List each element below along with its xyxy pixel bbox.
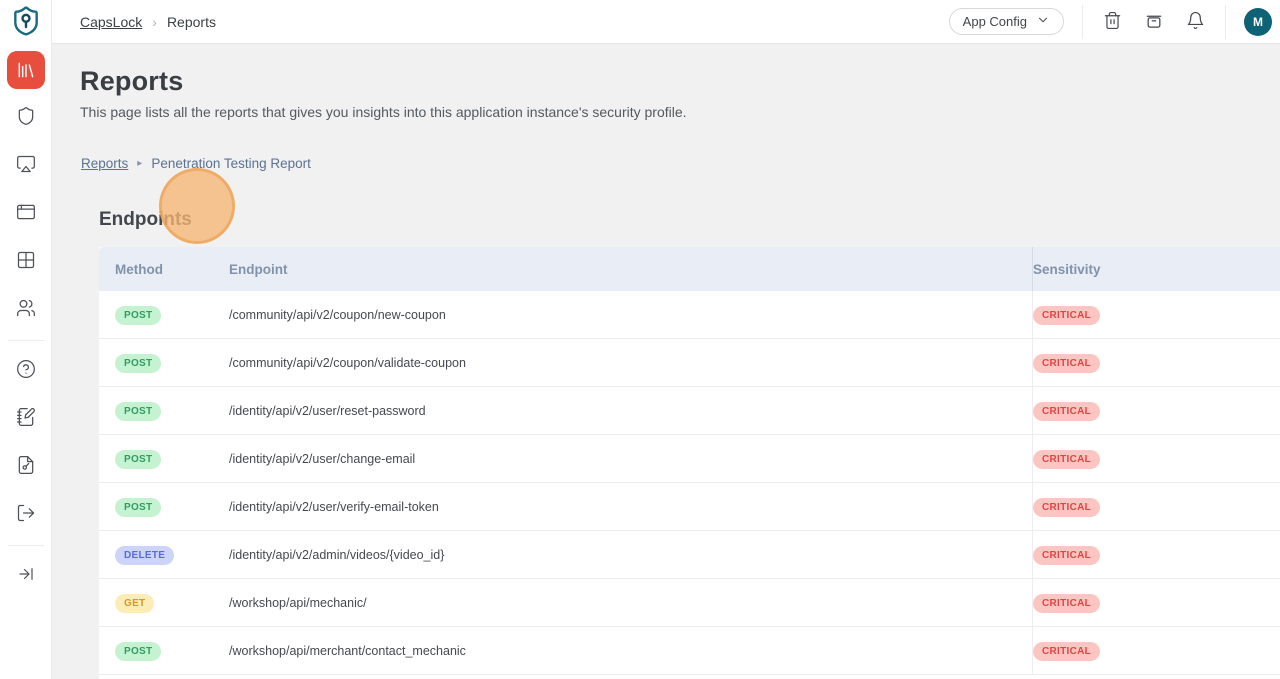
- logout-icon: [16, 503, 36, 528]
- column-header-sensitivity[interactable]: Sensitivity: [1033, 262, 1280, 277]
- method-badge: POST: [115, 498, 161, 517]
- sensitivity-badge: CRITICAL: [1033, 306, 1100, 325]
- sidebar-item-applications[interactable]: [0, 190, 52, 238]
- sidebar-item-inventory[interactable]: [0, 238, 52, 286]
- report-breadcrumb-parent-link[interactable]: Reports: [81, 156, 128, 171]
- table-row[interactable]: GET /workshop/api/mechanic/ CRITICAL: [99, 579, 1280, 627]
- method-badge: POST: [115, 354, 161, 373]
- table-row[interactable]: DELETE /identity/api/v2/admin/videos/{vi…: [99, 531, 1280, 579]
- method-badge: POST: [115, 642, 161, 661]
- notebook-pen-icon: [16, 407, 36, 432]
- topbar-divider: [1082, 5, 1083, 39]
- topbar-actions: App Config: [949, 5, 1272, 39]
- breadcrumb-current: Reports: [167, 14, 216, 30]
- topbar-divider: [1225, 5, 1226, 39]
- table-row-partial: [99, 675, 1280, 679]
- endpoint-path: /community/api/v2/coupon/new-coupon: [229, 308, 446, 322]
- page-description: This page lists all the reports that giv…: [80, 104, 1252, 120]
- endpoint-path: /identity/api/v2/admin/videos/{video_id}: [229, 548, 444, 562]
- chevron-down-icon: [1036, 13, 1050, 30]
- table-row[interactable]: POST /identity/api/v2/user/verify-email-…: [99, 483, 1280, 531]
- endpoint-path: /identity/api/v2/user/reset-password: [229, 404, 426, 418]
- app-config-label: App Config: [963, 14, 1027, 29]
- sensitivity-badge: CRITICAL: [1033, 642, 1100, 661]
- sensitivity-badge: CRITICAL: [1033, 498, 1100, 517]
- shield-pin-logo-icon: [10, 5, 42, 42]
- file-key-icon: [16, 455, 36, 480]
- sidebar-item-security[interactable]: [0, 94, 52, 142]
- trash-button[interactable]: [1101, 9, 1124, 35]
- endpoint-path: /workshop/api/merchant/contact_mechanic: [229, 644, 466, 658]
- notifications-button[interactable]: [1184, 9, 1207, 35]
- endpoint-path: /identity/api/v2/user/verify-email-token: [229, 500, 439, 514]
- grid-icon: [16, 250, 36, 275]
- sidebar-collapse-toggle[interactable]: [0, 552, 52, 600]
- help-icon: [16, 359, 36, 384]
- sidebar-divider: [8, 340, 44, 341]
- sidebar-item-monitoring[interactable]: [0, 142, 52, 190]
- app-logo[interactable]: [0, 0, 51, 46]
- column-header-endpoint[interactable]: Endpoint: [229, 247, 1033, 291]
- endpoint-path: /workshop/api/mechanic/: [229, 596, 367, 610]
- sidebar-item-notes[interactable]: [0, 395, 52, 443]
- sensitivity-badge: CRITICAL: [1033, 354, 1100, 373]
- table-row[interactable]: POST /workshop/api/merchant/contact_mech…: [99, 627, 1280, 675]
- report-breadcrumb-current: Penetration Testing Report: [151, 156, 311, 171]
- endpoints-table: Method Endpoint Sensitivity POST /commun…: [99, 247, 1280, 679]
- table-row[interactable]: POST /identity/api/v2/user/change-email …: [99, 435, 1280, 483]
- method-badge: POST: [115, 450, 161, 469]
- report-breadcrumb: Reports ▸ Penetration Testing Report: [81, 156, 1280, 171]
- page-header: Reports This page lists all the reports …: [52, 44, 1280, 120]
- method-badge: GET: [115, 594, 154, 613]
- breadcrumb: CapsLock › Reports: [80, 14, 216, 30]
- shield-icon: [16, 106, 36, 131]
- archive-icon: [1144, 10, 1164, 33]
- sidebar-item-help[interactable]: [0, 347, 52, 395]
- table-row[interactable]: POST /identity/api/v2/user/reset-passwor…: [99, 387, 1280, 435]
- page-title: Reports: [80, 66, 1252, 97]
- users-icon: [16, 298, 36, 323]
- table-header: Method Endpoint Sensitivity: [99, 247, 1280, 291]
- method-badge: POST: [115, 402, 161, 421]
- sidebar-item-reports[interactable]: [0, 46, 52, 94]
- app-config-dropdown[interactable]: App Config: [949, 8, 1064, 35]
- table-body: POST /community/api/v2/coupon/new-coupon…: [99, 291, 1280, 675]
- endpoint-path: /identity/api/v2/user/change-email: [229, 452, 415, 466]
- sensitivity-badge: CRITICAL: [1033, 594, 1100, 613]
- method-badge: DELETE: [115, 546, 174, 565]
- sidebar-divider: [8, 545, 44, 546]
- trash-icon: [1103, 11, 1122, 33]
- sensitivity-badge: CRITICAL: [1033, 546, 1100, 565]
- sidebar-item-logout[interactable]: [0, 491, 52, 539]
- airplay-icon: [16, 154, 36, 179]
- breadcrumb-arrow-icon: ▸: [137, 158, 142, 169]
- method-badge: POST: [115, 306, 161, 325]
- sidebar-item-users[interactable]: [0, 286, 52, 334]
- collapse-icon: [17, 565, 35, 588]
- section-title: Endpoints: [99, 209, 1280, 231]
- breadcrumb-separator: ›: [152, 14, 157, 30]
- table-row[interactable]: POST /community/api/v2/coupon/new-coupon…: [99, 291, 1280, 339]
- sensitivity-badge: CRITICAL: [1033, 402, 1100, 421]
- breadcrumb-root-link[interactable]: CapsLock: [80, 14, 142, 30]
- sidebar: [0, 0, 52, 679]
- bell-icon: [1186, 11, 1205, 33]
- endpoints-section: Endpoints Method Endpoint Sensitivity PO…: [99, 209, 1280, 679]
- avatar[interactable]: M: [1244, 8, 1272, 36]
- main-content: Reports This page lists all the reports …: [52, 44, 1280, 679]
- sensitivity-badge: CRITICAL: [1033, 450, 1100, 469]
- library-icon: [7, 51, 45, 89]
- table-row[interactable]: POST /community/api/v2/coupon/validate-c…: [99, 339, 1280, 387]
- app-window-icon: [16, 202, 36, 227]
- archive-button[interactable]: [1142, 8, 1166, 35]
- column-header-method[interactable]: Method: [115, 262, 229, 277]
- topbar: CapsLock › Reports App Config: [52, 0, 1280, 44]
- app-root: CapsLock › Reports App Config: [0, 0, 1280, 679]
- sidebar-item-report-files[interactable]: [0, 443, 52, 491]
- endpoint-path: /community/api/v2/coupon/validate-coupon: [229, 356, 466, 370]
